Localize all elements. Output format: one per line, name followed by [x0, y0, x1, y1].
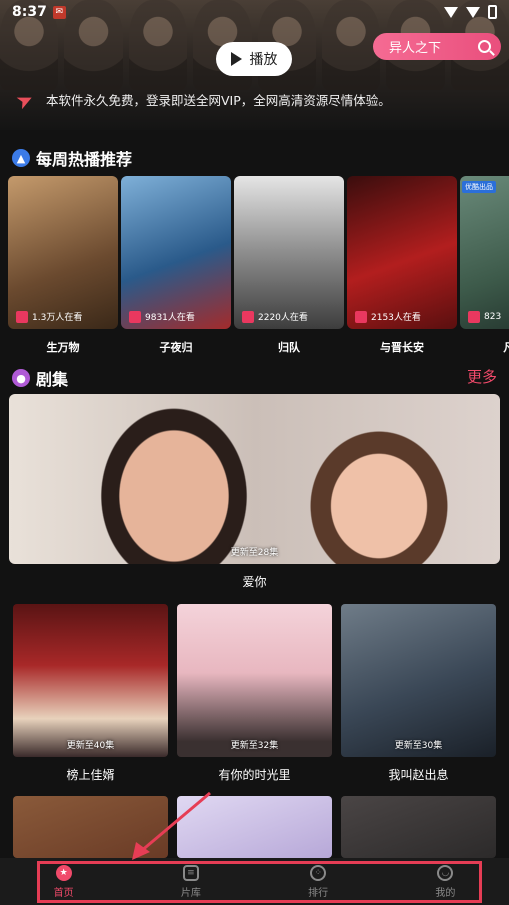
- play-button[interactable]: 播放: [216, 42, 292, 76]
- tab-home[interactable]: ★ 首页: [0, 858, 127, 905]
- hot-name: 归队: [278, 341, 300, 354]
- episode-badge: 更新至30集: [394, 741, 443, 751]
- library-icon: ≡: [182, 864, 199, 881]
- weekly-title-text: 每周热播推荐: [36, 150, 133, 169]
- drama-name: 有你的时光里: [218, 768, 291, 782]
- hot-card[interactable]: 2153人在看 与晋长安: [347, 176, 457, 355]
- hot-poster: 优酷出品 823: [460, 176, 509, 329]
- drama-card[interactable]: 更新至30集 我叫赵出息: [341, 604, 496, 783]
- hot-views: 823: [468, 311, 501, 323]
- views-icon: [16, 310, 28, 323]
- views-icon: [129, 310, 141, 323]
- profile-icon: ◡: [437, 864, 454, 881]
- hot-name: 子夜归: [159, 341, 193, 354]
- drama-poster: 更新至32集: [177, 604, 332, 757]
- drama-poster-partial[interactable]: [177, 796, 332, 858]
- search-text: 异人之下: [389, 41, 442, 56]
- tab-library[interactable]: ≡ 片库: [127, 858, 254, 905]
- episode-badge: 更新至28集: [230, 548, 279, 558]
- views-icon: [355, 310, 367, 323]
- views-icon: [242, 310, 254, 323]
- drama-poster: 更新至40集: [13, 604, 168, 757]
- paper-plane-icon: ➤: [11, 85, 38, 115]
- views-icon: [468, 311, 480, 323]
- hot-views: 2220人在看: [242, 310, 308, 323]
- tab-ranking[interactable]: ⁘ 排行: [255, 858, 382, 905]
- wifi-icon: [444, 6, 458, 18]
- drama-poster-partial[interactable]: [13, 796, 168, 858]
- bottom-tab-bar: ★ 首页 ≡ 片库 ⁘ 排行 ◡ 我的: [0, 858, 509, 905]
- episode-badge: 更新至32集: [230, 741, 279, 751]
- featured-name[interactable]: 爱你: [0, 573, 509, 590]
- hot-views: 1.3万人在看: [16, 310, 82, 323]
- weekly-section-title: ▲ 每周热播推荐: [12, 146, 132, 170]
- signal-icon: [466, 6, 480, 18]
- drama-title-text: 剧集: [36, 370, 69, 389]
- hot-poster: 2220人在看: [234, 176, 344, 329]
- film-icon: ●: [12, 369, 30, 387]
- tab-profile[interactable]: ◡ 我的: [382, 858, 509, 905]
- weekly-carousel[interactable]: 1.3万人在看 生万物 9831人在看 子夜归 2220人在看 归队 2153人…: [8, 176, 509, 356]
- hot-poster: 1.3万人在看: [8, 176, 118, 329]
- drama-card[interactable]: 更新至40集 榜上佳婿: [13, 604, 168, 783]
- notice-banner: ➤ 本软件永久免费，登录即送全网VIP，全网高清资源尽情体验。: [12, 86, 391, 115]
- hot-poster: 2153人在看: [347, 176, 457, 329]
- drama-name: 榜上佳婿: [66, 768, 115, 782]
- hot-name: 凡...: [503, 341, 509, 354]
- ranking-icon: ⁘: [310, 864, 327, 881]
- hot-name: 与晋长安: [380, 341, 424, 354]
- drama-section-title: ● 剧集: [12, 366, 68, 390]
- home-icon: ★: [55, 864, 72, 881]
- battery-icon: [488, 5, 497, 19]
- drama-poster: 更新至30集: [341, 604, 496, 757]
- drama-poster-partial[interactable]: [341, 796, 496, 858]
- drama-name: 我叫赵出息: [388, 768, 449, 782]
- search-bar[interactable]: 异人之下: [373, 33, 501, 60]
- hot-card[interactable]: 1.3万人在看 生万物: [8, 176, 118, 355]
- hot-card[interactable]: 2220人在看 归队: [234, 176, 344, 355]
- status-bar: 8:37 ✉: [0, 0, 509, 24]
- tab-label: 首页: [53, 887, 74, 899]
- featured-figure: [299, 419, 459, 564]
- featured-figure: [89, 394, 259, 564]
- tab-label: 片库: [180, 887, 201, 899]
- notification-icon: ✉: [52, 5, 66, 19]
- hot-views: 2153人在看: [355, 310, 421, 323]
- source-badge: 优酷出品: [462, 181, 496, 193]
- play-icon: [230, 52, 242, 66]
- hot-card[interactable]: 9831人在看 子夜归: [121, 176, 231, 355]
- search-icon[interactable]: [478, 40, 491, 53]
- tab-label: 排行: [308, 887, 329, 899]
- status-time: 8:37: [12, 4, 47, 20]
- more-link[interactable]: 更多: [467, 366, 497, 387]
- hot-card[interactable]: 优酷出品 823 凡...: [460, 176, 509, 355]
- flame-icon: ▲: [12, 149, 30, 167]
- notice-text: 本软件永久免费，登录即送全网VIP，全网高清资源尽情体验。: [46, 92, 391, 108]
- hot-poster: 9831人在看: [121, 176, 231, 329]
- tab-label: 我的: [435, 887, 456, 899]
- drama-card[interactable]: 更新至32集 有你的时光里: [177, 604, 332, 783]
- hot-name: 生万物: [46, 341, 80, 354]
- episode-badge: 更新至40集: [66, 741, 115, 751]
- play-label: 播放: [249, 52, 278, 68]
- featured-poster[interactable]: 更新至28集: [9, 394, 500, 564]
- hot-views: 9831人在看: [129, 310, 195, 323]
